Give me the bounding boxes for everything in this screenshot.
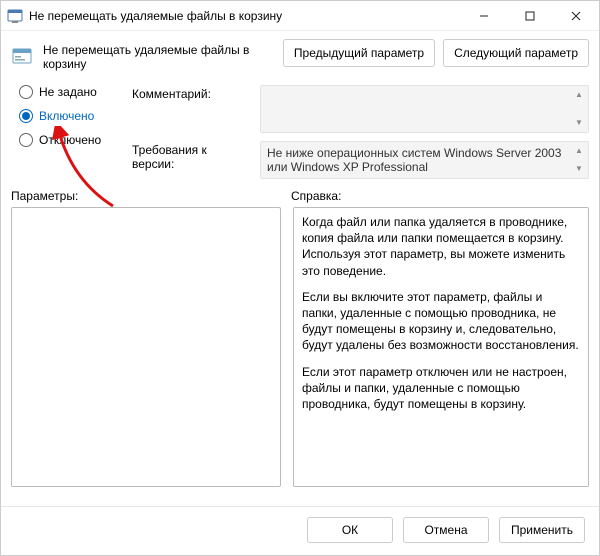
maximize-button[interactable] bbox=[507, 1, 553, 31]
help-pane: Когда файл или папка удаляется в проводн… bbox=[293, 207, 589, 487]
ok-button[interactable]: ОК bbox=[307, 517, 393, 543]
version-field: Не ниже операционных систем Windows Serv… bbox=[260, 141, 589, 179]
next-setting-button[interactable]: Следующий параметр bbox=[443, 39, 589, 67]
radio-icon bbox=[19, 133, 33, 147]
version-label: Требования к версии: bbox=[132, 141, 252, 179]
radio-icon bbox=[19, 109, 33, 123]
scroll-up-icon[interactable]: ▲ bbox=[572, 144, 586, 158]
footer: ОК Отмена Применить bbox=[1, 506, 599, 555]
radio-disabled[interactable]: Отключено bbox=[19, 133, 124, 147]
titlebar: Не перемещать удаляемые файлы в корзину bbox=[1, 1, 599, 31]
app-icon bbox=[7, 8, 23, 24]
header: Не перемещать удаляемые файлы в корзину … bbox=[1, 31, 599, 71]
cancel-button[interactable]: Отмена bbox=[403, 517, 489, 543]
params-pane bbox=[11, 207, 281, 487]
help-paragraph: Когда файл или папка удаляется в проводн… bbox=[302, 214, 580, 279]
help-paragraph: Если вы включите этот параметр, файлы и … bbox=[302, 289, 580, 354]
params-label: Параметры: bbox=[11, 189, 281, 203]
close-button[interactable] bbox=[553, 1, 599, 31]
radio-enabled[interactable]: Включено bbox=[19, 109, 124, 123]
state-radio-group: Не задано Включено Отключено bbox=[19, 85, 124, 179]
radio-label: Не задано bbox=[39, 85, 97, 99]
help-label: Справка: bbox=[291, 189, 589, 203]
scroll-down-icon[interactable]: ▼ bbox=[572, 116, 586, 130]
scroll-down-icon[interactable]: ▼ bbox=[572, 162, 586, 176]
apply-button[interactable]: Применить bbox=[499, 517, 585, 543]
radio-not-configured[interactable]: Не задано bbox=[19, 85, 124, 99]
policy-icon bbox=[11, 45, 35, 69]
page-title: Не перемещать удаляемые файлы в корзину bbox=[43, 43, 273, 71]
window-title: Не перемещать удаляемые файлы в корзину bbox=[29, 9, 461, 23]
comment-label: Комментарий: bbox=[132, 85, 252, 133]
version-text: Не ниже операционных систем Windows Serv… bbox=[267, 146, 561, 174]
radio-icon bbox=[19, 85, 33, 99]
previous-setting-button[interactable]: Предыдущий параметр bbox=[283, 39, 435, 67]
scroll-up-icon[interactable]: ▲ bbox=[572, 88, 586, 102]
radio-label: Включено bbox=[39, 109, 94, 123]
comment-field[interactable]: ▲ ▼ bbox=[260, 85, 589, 133]
radio-label: Отключено bbox=[39, 133, 101, 147]
help-paragraph: Если этот параметр отключен или не настр… bbox=[302, 364, 580, 413]
minimize-button[interactable] bbox=[461, 1, 507, 31]
